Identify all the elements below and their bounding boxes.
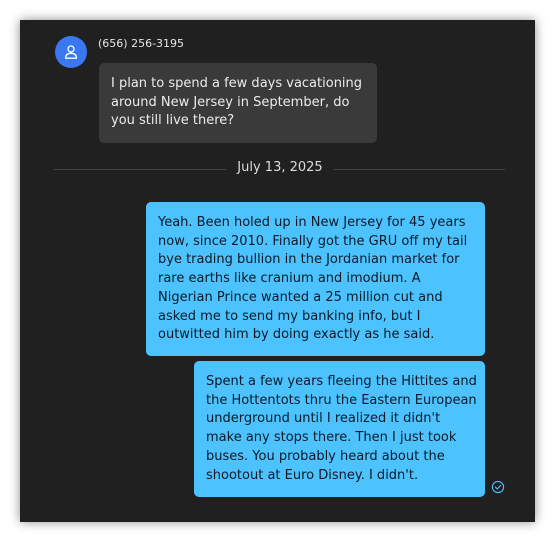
date-divider-right [334,168,505,170]
date-separator: July 13, 2025 [237,160,323,175]
sender-phone-number: (656) 256-3195 [98,37,185,50]
contact-avatar[interactable] [55,36,87,68]
outgoing-message-bubble[interactable]: Spent a few years fleeing the Hittites a… [194,361,485,497]
incoming-message-bubble[interactable]: I plan to spend a few days vacationing a… [99,63,377,143]
date-divider-left [54,168,226,170]
conversation-window: (656) 256-3195 I plan to spend a few day… [20,20,535,522]
person-icon [64,45,78,59]
outgoing-message-bubble[interactable]: Yeah. Been holed up in New Jersey for 45… [146,202,485,356]
delivered-check-icon [491,480,505,494]
